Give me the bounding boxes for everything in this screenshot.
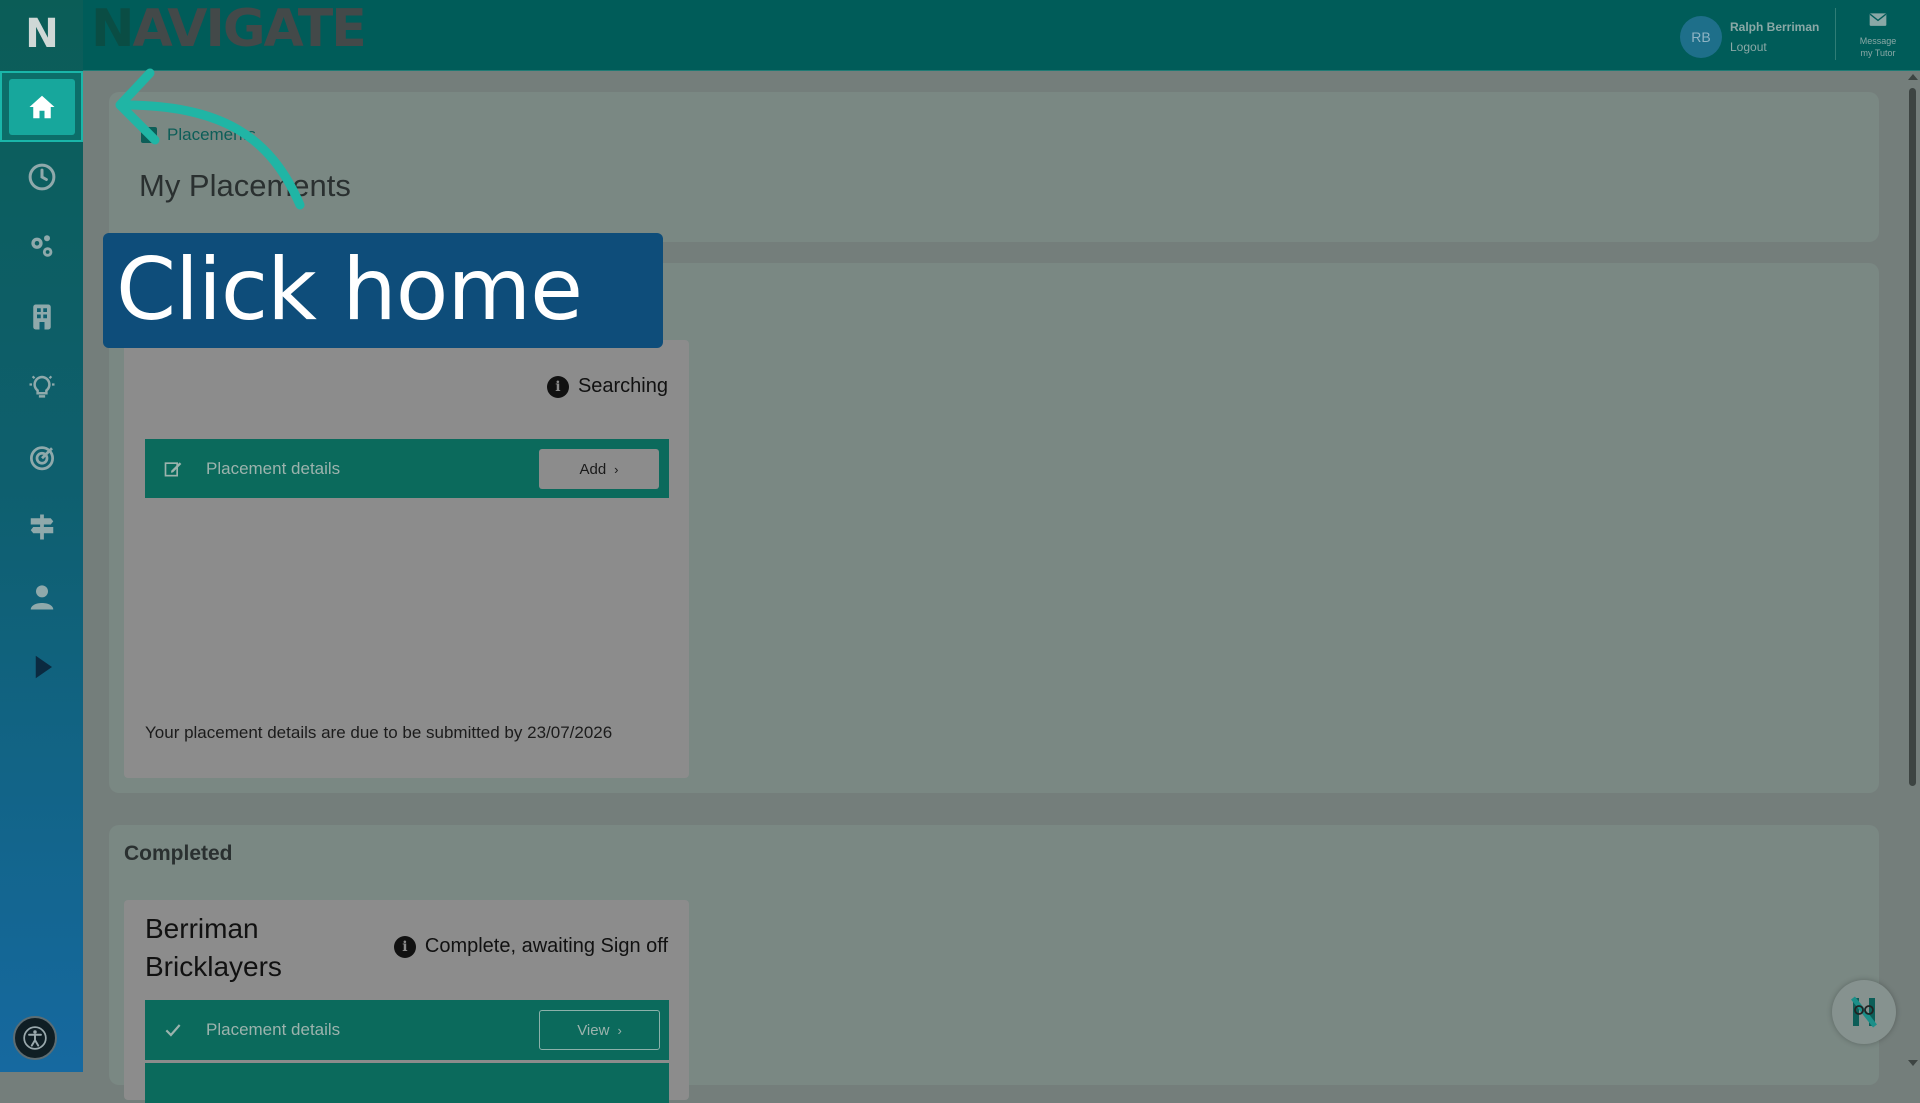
gears-icon bbox=[30, 235, 52, 257]
completed-status-badge: i Complete, awaiting Sign off bbox=[393, 935, 668, 958]
scroll-up-icon[interactable] bbox=[1908, 74, 1918, 80]
sidebar-item-skills[interactable] bbox=[0, 215, 83, 279]
play-icon bbox=[35, 655, 52, 679]
info-icon: i bbox=[546, 375, 569, 398]
envelope-icon bbox=[1869, 13, 1887, 26]
clock-icon bbox=[28, 163, 55, 191]
scroll-thumb[interactable] bbox=[1909, 88, 1916, 786]
message-label-2: my Tutor bbox=[1860, 48, 1896, 58]
message-label-1: Message bbox=[1859, 36, 1897, 46]
info-icon: i bbox=[393, 935, 416, 958]
app-logo[interactable]: N bbox=[22, 12, 62, 56]
completed-heading: Completed bbox=[124, 842, 233, 865]
building-icon bbox=[32, 304, 51, 330]
current-placement-card: i Searching Placement details Add › bbox=[124, 340, 689, 778]
placement-details-row: Placement details Add › bbox=[145, 439, 669, 498]
sidebar-item-goals[interactable] bbox=[0, 425, 83, 489]
lightbulb-icon bbox=[29, 375, 54, 398]
home-highlight bbox=[0, 71, 83, 142]
edit-icon bbox=[164, 461, 182, 476]
add-button[interactable]: Add › bbox=[539, 449, 659, 489]
placement-details-label: Placement details bbox=[206, 458, 341, 478]
signpost-icon bbox=[30, 514, 53, 540]
sidebar-item-employers[interactable] bbox=[0, 285, 83, 349]
message-tutor-button[interactable]: Message my Tutor bbox=[1843, 10, 1913, 66]
divider bbox=[1835, 8, 1836, 60]
user-name: Ralph Berriman bbox=[1730, 20, 1820, 34]
company-name: Berriman Bricklayers bbox=[145, 913, 282, 982]
breadcrumb[interactable]: Placements bbox=[140, 125, 256, 145]
top-bar: NAVIGATE RB Ralph Berriman Logout Messag… bbox=[83, 0, 1920, 71]
brand-wordmark[interactable]: NAVIGATE bbox=[91, 0, 367, 58]
completed-status-text: Complete, awaiting Sign off bbox=[424, 935, 668, 957]
accessibility-button[interactable] bbox=[13, 1016, 57, 1060]
scrollbar[interactable] bbox=[1906, 74, 1920, 1072]
sidebar-item-ideas[interactable] bbox=[0, 355, 83, 419]
target-arrow-icon bbox=[29, 446, 54, 471]
sidebar-item-videos[interactable] bbox=[0, 635, 83, 699]
check-icon bbox=[165, 1024, 181, 1037]
accessibility-icon bbox=[23, 1026, 47, 1050]
chevron-right-icon: › bbox=[614, 461, 619, 477]
sidebar-item-profile[interactable] bbox=[0, 565, 83, 629]
avatar[interactable]: RB bbox=[1680, 16, 1722, 58]
help-chat-button[interactable] bbox=[1832, 980, 1896, 1044]
logout-link[interactable]: Logout bbox=[1730, 40, 1767, 54]
completed-placement-details-label: Placement details bbox=[206, 1020, 341, 1039]
header-panel bbox=[109, 92, 1879, 242]
sidebar-item-pathways[interactable] bbox=[0, 495, 83, 559]
next-details-row bbox=[145, 1063, 669, 1103]
due-date-text: Your placement details are due to be sub… bbox=[145, 723, 613, 742]
view-button[interactable]: View › bbox=[539, 1010, 660, 1050]
status-badge: i Searching bbox=[546, 375, 668, 398]
sidebar: N bbox=[0, 0, 83, 1072]
user-icon bbox=[30, 585, 53, 610]
sidebar-item-history[interactable] bbox=[0, 145, 83, 209]
page-title: My Placements bbox=[139, 168, 351, 203]
completed-placement-details-row: Placement details View › bbox=[145, 1000, 669, 1060]
chat-assistant-icon bbox=[1851, 996, 1877, 1028]
tutorial-callout: Click home bbox=[103, 233, 663, 348]
status-text: Searching bbox=[577, 375, 668, 397]
scroll-down-icon[interactable] bbox=[1908, 1060, 1918, 1066]
chevron-right-icon: › bbox=[617, 1022, 622, 1038]
